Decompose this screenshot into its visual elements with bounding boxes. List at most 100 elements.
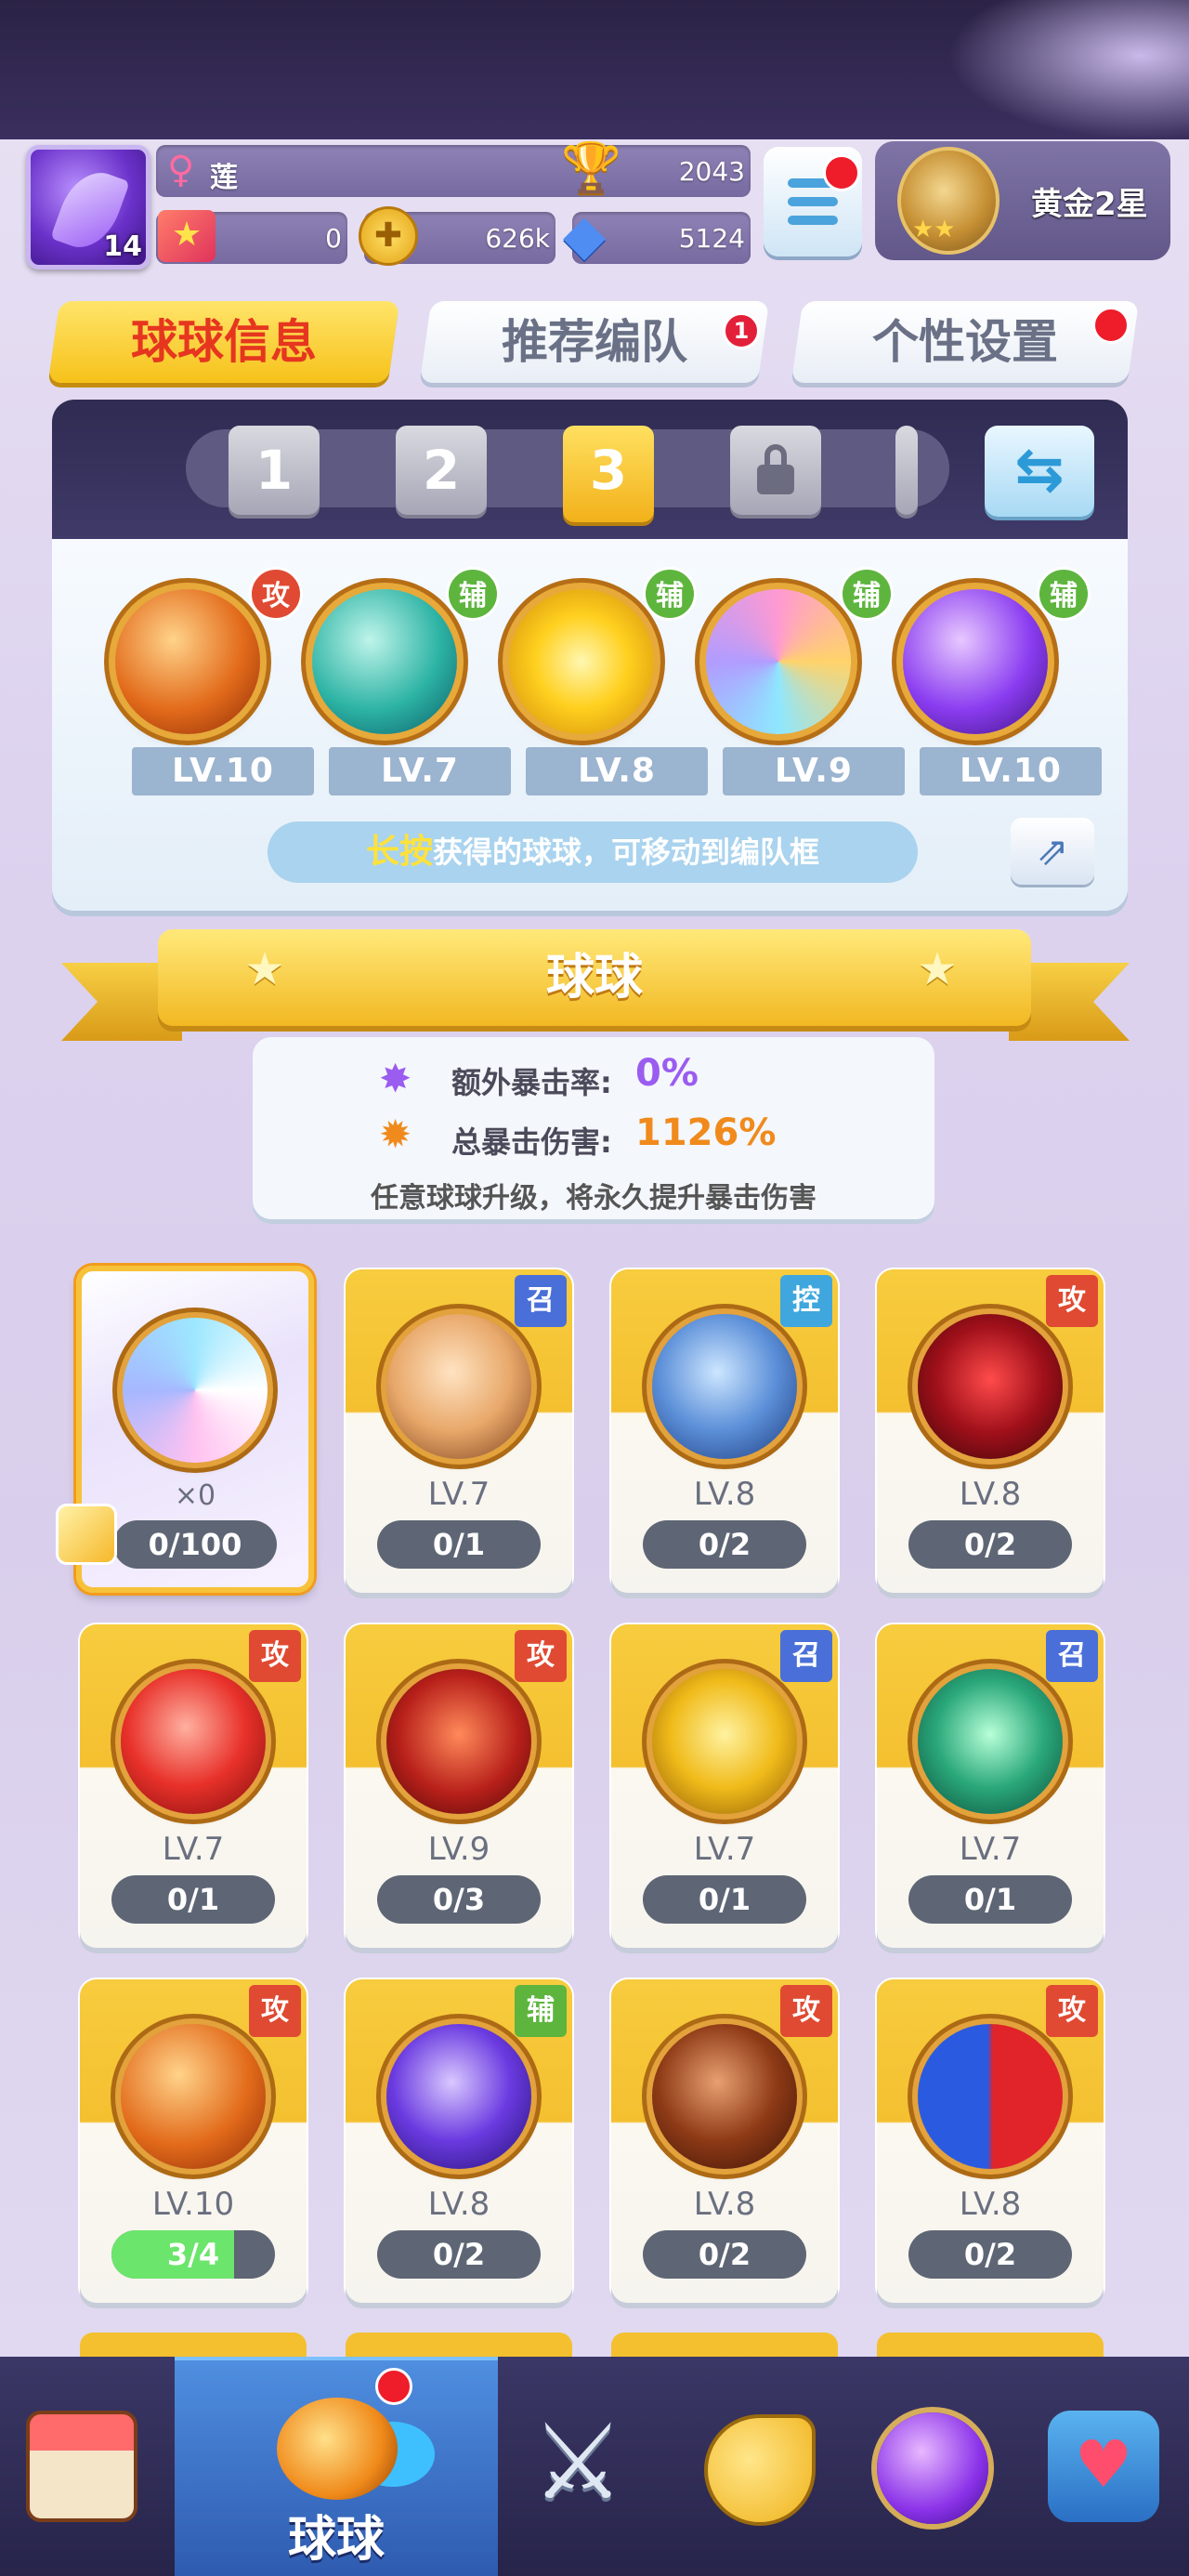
silhouettes-orb-icon[interactable] [706,589,851,734]
nav-planet[interactable] [847,2357,1018,2576]
card-progress-text: 0/1 [698,1882,751,1917]
card-tag: 攻 [1046,1275,1098,1327]
card-progress-text: 0/1 [166,1882,220,1917]
extra-crit-label: 额外暴击率: [451,1065,612,1100]
ball-card[interactable]: 召 LV.7 0/1 [877,1624,1104,1948]
lock-icon [757,444,794,494]
nav-chat[interactable]: ♥ [1020,2357,1189,2576]
purple-leaf-orb-icon[interactable] [903,589,1048,734]
drag-hint: 长按获得的球球，可移动到编队框 [268,821,918,883]
swap-arrows-icon: ⇆ [1014,436,1065,505]
dragon-orb-icon[interactable] [312,589,457,734]
blonde-hero-orb-icon [386,1314,531,1459]
menu-notification-dot [823,154,860,191]
team-slot-3[interactable]: 3 [563,426,654,522]
golden-hand-orb-icon [652,1669,797,1814]
ball-card[interactable]: 攻 LV.9 0/3 [346,1624,572,1948]
card-progress: 0/1 [377,1520,541,1569]
card-progress-text: 0/3 [432,1882,486,1917]
team-ball-tag: 辅 [1037,567,1091,621]
trophy-icon: 🏆 [561,140,621,196]
swap-button[interactable]: ⇆ [985,426,1094,517]
card-progress: 0/1 [111,1875,275,1924]
ball-card[interactable]: 召 LV.7 0/1 [611,1624,838,1948]
card-progress-text: 0/2 [698,2237,751,2272]
opera-mask-orb-icon [918,2024,1063,2169]
crossed-swords-icon: ⚔ [531,2402,625,2523]
card-progress-text: 0/100 [148,1527,242,1562]
ball-card[interactable]: 控 LV.8 0/2 [611,1269,838,1593]
ball-card[interactable]: 攻 LV.8 0/2 [877,1979,1104,2303]
card-tag: 召 [1046,1630,1098,1682]
female-icon: ♀ [167,149,195,191]
team-slot-1[interactable]: 1 [229,426,320,515]
card-level: LV.8 [693,1476,756,1513]
tab-ball-info-label: 球球信息 [131,315,317,369]
team-ball-tag: 攻 [249,567,303,621]
team-slot-partial[interactable] [895,426,918,515]
card-tag: 攻 [1046,1985,1098,2037]
share-button[interactable]: ⇗ [1011,818,1094,885]
rank-label: 黄金2星 [1031,186,1148,223]
trident-orb-icon [386,1669,531,1814]
jade-swirl-orb-icon [918,1669,1063,1814]
ticket-icon: ★ [158,210,216,262]
star-icon: ★ [917,943,958,995]
player-avatar[interactable]: 14 [26,145,150,269]
card-count: ×0 [174,1479,216,1512]
card-progress-text: 0/2 [963,2237,1017,2272]
chat-heart-icon: ♥ [1048,2411,1159,2522]
card-progress: 0/2 [908,2230,1072,2279]
ball-card[interactable]: 攻 LV.7 0/1 [80,1624,307,1948]
total-crit-value: 1126% [635,1111,777,1154]
card-level: LV.10 [151,2186,235,2223]
sun-orb-icon[interactable] [509,589,654,734]
card-tag: 攻 [249,1985,301,2037]
card-level: LV.8 [959,1476,1022,1513]
nav-shop[interactable] [0,2357,173,2576]
nav-battle[interactable]: ⚔ [502,2357,673,2576]
total-crit-label: 总暴击伤害: [451,1124,612,1160]
card-tag: 攻 [249,1630,301,1682]
card-progress: 0/2 [908,1520,1072,1569]
ball-card[interactable]: 辅 LV.8 0/2 [346,1979,572,2303]
team-slot-locked[interactable] [730,426,821,515]
card-progress-text: 0/2 [963,1527,1017,1562]
nav-balls-label: 球球 [287,2512,385,2568]
ball-card[interactable]: 召 LV.7 0/1 [346,1269,572,1593]
card-level: LV.7 [162,1831,225,1868]
section-title: 球球 [545,950,643,1005]
card-level: LV.7 [959,1831,1022,1868]
team-slot-2[interactable]: 2 [396,426,487,515]
balls-icon [277,2398,398,2500]
ball-card[interactable]: 攻 LV.8 0/2 [611,1979,838,2303]
tab-recommended-team[interactable]: 推荐编队 [419,301,770,383]
rank-stars-icon: ★★ [912,216,956,243]
card-progress-text: 0/2 [432,2237,486,2272]
crit-rate-icon: ✸ [379,1056,412,1101]
tab-ball-info[interactable]: 球球信息 [47,301,400,383]
nav-whistle[interactable] [674,2357,845,2576]
card-level: LV.8 [959,2186,1022,2223]
card-progress: 0/2 [643,1520,806,1569]
mystery-orb-icon [123,1318,268,1463]
warrior-orb-icon [652,1314,797,1459]
phoenix-orb-icon[interactable] [115,589,260,734]
ball-card[interactable]: 攻 LV.10 3/4 [80,1979,307,2303]
card-tag: 召 [780,1630,832,1682]
trophy-count: 2043 [678,156,745,187]
ticket-count: 0 [325,223,342,254]
card-tag: 辅 [515,1985,567,2037]
ball-card[interactable]: 攻 LV.8 0/2 [877,1269,1104,1593]
planet-icon [877,2412,988,2524]
section-banner: 球球 [158,929,1031,1026]
tab-personal-settings-label: 个性设置 [872,315,1058,369]
team-ball-level: LV.7 [329,747,511,795]
tab-personal-settings[interactable]: 个性设置 [790,301,1140,383]
card-progress: 0/3 [377,1875,541,1924]
card-tag: 控 [780,1275,832,1327]
gem-icon: ◆ [563,203,607,268]
status-background [0,0,1189,139]
card-progress: 0/100 [113,1520,277,1569]
infinity-orb-icon [652,2024,797,2169]
